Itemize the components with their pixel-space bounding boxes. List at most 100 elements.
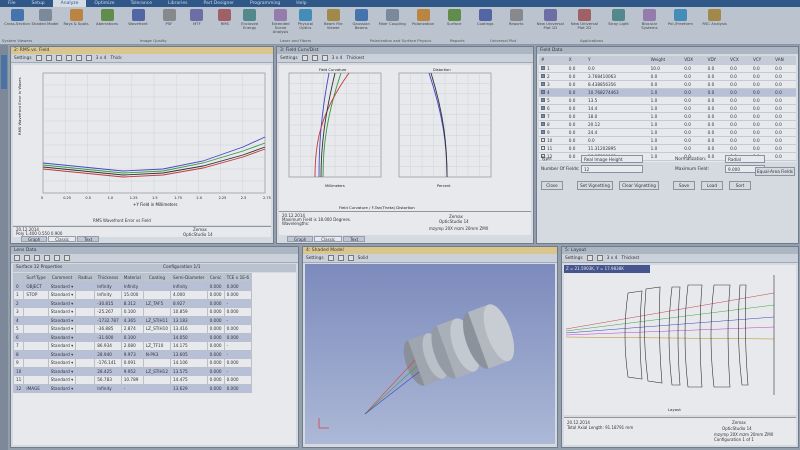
table-cell[interactable]: 9 <box>13 358 25 368</box>
table-row[interactable]: 5 Standard ▾ -36.885 2.874 LZ_STIH10 13.416 0.… <box>13 324 253 334</box>
table-cell[interactable] <box>23 366 49 376</box>
enable-checkbox[interactable] <box>541 89 545 94</box>
table-cell[interactable]: - <box>223 349 253 359</box>
table-cell[interactable]: 0.000 <box>206 366 225 376</box>
ribbon-enclosed-energy-button[interactable]: Enclosed Energy <box>236 9 264 30</box>
table-cell[interactable]: 0.0 <box>566 136 586 145</box>
table-cell[interactable]: 0.0 <box>750 80 774 89</box>
tab-classic[interactable]: Classic <box>314 236 343 242</box>
column-header[interactable]: VDX <box>682 56 706 65</box>
table-cell[interactable]: 6 <box>539 104 567 113</box>
table-cell[interactable]: 0.0 <box>682 80 706 89</box>
table-cell[interactable]: 0.0 <box>728 72 751 81</box>
ribbon-rms-button[interactable]: RMS <box>211 9 239 26</box>
table-cell[interactable]: - <box>120 383 144 393</box>
print-icon[interactable] <box>311 55 318 61</box>
window-title[interactable]: Field Data <box>537 47 798 54</box>
table-cell[interactable]: 0.000 <box>206 298 225 308</box>
table-cell[interactable]: 0.0 <box>773 128 796 137</box>
table-cell[interactable]: Standard ▾ <box>47 307 77 317</box>
table-cell[interactable]: 0.0 <box>566 104 586 113</box>
table-cell[interactable]: 0.0 <box>682 128 706 137</box>
ribbon-aberrations-button[interactable]: Aberrations <box>93 9 121 26</box>
table-cell[interactable]: 0.000 <box>223 383 253 393</box>
num-fields-select[interactable]: 12 <box>581 165 643 173</box>
ribbon-surface-button[interactable]: Surface <box>440 9 468 26</box>
table-cell[interactable]: 0.0 <box>750 112 774 121</box>
table-cell[interactable] <box>23 315 49 325</box>
enable-checkbox[interactable] <box>541 65 545 70</box>
column-header[interactable]: X <box>566 56 586 65</box>
table-cell[interactable]: 3 <box>539 80 567 89</box>
table-cell[interactable]: 0.0 <box>728 128 751 137</box>
table-cell[interactable]: -1732.787 <box>94 315 122 325</box>
load-button[interactable]: Load <box>701 181 723 190</box>
table-cell[interactable]: 3.768410063 <box>586 72 649 81</box>
table-cell[interactable]: 10.768274463 <box>586 88 649 97</box>
table-cell[interactable]: 1.0 <box>648 144 683 153</box>
table-cell[interactable]: 4.365 <box>120 315 144 325</box>
table-cell[interactable]: 0.0 <box>682 96 706 105</box>
tab-text[interactable]: Text <box>77 236 100 242</box>
table-cell[interactable]: 1.0 <box>648 96 683 105</box>
table-cell[interactable] <box>23 375 49 385</box>
table-cell[interactable]: 8 <box>539 120 567 129</box>
table-cell[interactable]: 0.0 <box>773 104 796 113</box>
table-cell[interactable]: -30.815 <box>94 298 122 308</box>
settings-button[interactable]: Settings <box>306 256 324 261</box>
table-cell[interactable]: 0.0 <box>773 88 796 97</box>
table-cell[interactable]: 0.0 <box>773 152 796 161</box>
table-cell[interactable]: 2 <box>13 298 25 308</box>
column-header[interactable]: TCE x 1E-6 <box>223 273 253 283</box>
table-cell[interactable] <box>142 332 172 342</box>
table-cell[interactable]: 0.0 <box>682 72 706 81</box>
table-cell[interactable]: 12 <box>13 383 25 393</box>
table-cell[interactable]: LZ_TAF5 <box>142 298 172 308</box>
table-row[interactable]: 6 Standard ▾ -31.600 0.100 14.050 0.000 0.000 <box>13 332 253 342</box>
table-cell[interactable]: 13.416 <box>170 324 208 334</box>
table-cell[interactable]: 0.0 <box>728 88 751 97</box>
table-cell[interactable]: 11.31202895 <box>586 144 649 153</box>
table-cell[interactable]: 1.0 <box>648 136 683 145</box>
table-cell[interactable]: 0.000 <box>223 358 253 368</box>
table-cell[interactable] <box>142 358 172 368</box>
table-cell[interactable]: 1.0 <box>648 104 683 113</box>
normalization-select[interactable]: Radial <box>725 155 765 163</box>
column-header[interactable]: Surf:Type <box>23 273 49 283</box>
ribbon-rays-spots-button[interactable]: Rays & Spots <box>62 9 90 26</box>
table-cell[interactable] <box>75 298 96 308</box>
table-cell[interactable]: 0.0 <box>682 144 706 153</box>
table-cell[interactable] <box>23 307 49 317</box>
pen-icon[interactable] <box>596 255 603 261</box>
table-cell[interactable]: 0.0 <box>566 96 586 105</box>
column-header[interactable]: Radius <box>75 273 96 283</box>
table-cell[interactable]: 0.0 <box>705 120 729 129</box>
table-cell[interactable]: 1.0 <box>648 88 683 97</box>
copy-icon[interactable] <box>55 55 62 61</box>
table-row[interactable]: 11 0.0 11.31202895 1.0 0.0 0.0 0.0 0.0 0.0 <box>539 144 796 153</box>
table-cell[interactable]: - <box>223 298 253 308</box>
enable-checkbox[interactable] <box>541 81 545 86</box>
table-cell[interactable]: 4.000 <box>170 290 208 300</box>
table-cell[interactable]: 4 <box>539 88 567 97</box>
table-cell[interactable]: 13.5 <box>586 96 649 105</box>
menu-optimize[interactable]: Optimize <box>86 0 122 7</box>
pan-icon[interactable] <box>337 255 344 261</box>
table-cell[interactable]: -36.885 <box>94 324 122 334</box>
table-cell[interactable]: Standard ▾ <box>47 349 77 359</box>
ribbon-new-universal-plot-1d-button[interactable]: New Universal Plot 1D <box>536 9 564 30</box>
window-title[interactable]: 2: RMS vs. Field <box>11 47 273 54</box>
table-cell[interactable]: 0.0 <box>682 64 706 73</box>
table-row[interactable]: 4 0.0 10.768274463 1.0 0.0 0.0 0.0 0.0 0.0 <box>539 88 796 97</box>
table-cell[interactable] <box>75 349 96 359</box>
ribbon-physical-optics-button[interactable]: Physical Optics <box>291 9 319 30</box>
table-cell[interactable] <box>75 332 96 342</box>
window-title[interactable]: 5: Layout <box>562 247 798 254</box>
table-cell[interactable]: 6 <box>13 332 25 342</box>
settings-button[interactable]: Settings <box>565 256 583 261</box>
table-cell[interactable] <box>75 290 96 300</box>
sort-button[interactable]: Sort <box>729 181 751 190</box>
table-cell[interactable]: 0.0 <box>728 144 751 153</box>
table-cell[interactable]: 0.0 <box>705 104 729 113</box>
column-header[interactable]: Coating <box>142 273 172 283</box>
